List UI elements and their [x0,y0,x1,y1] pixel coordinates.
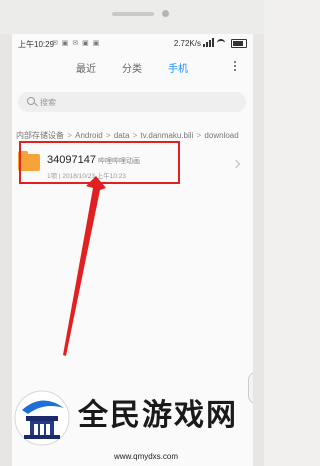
watermark-url: www.qmydxs.com [114,452,179,461]
watermark-title: 全民游戏网 [78,398,238,433]
arrow-shape [63,176,106,356]
watermark-logo [14,390,70,446]
watermark: 全民游戏网 www.qmydxs.com [0,380,264,466]
